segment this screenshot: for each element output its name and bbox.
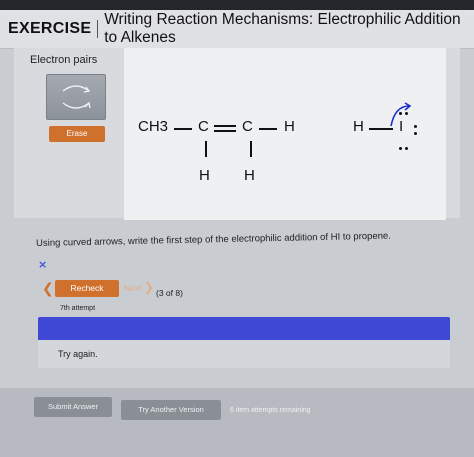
exercise-header: EXERCISE Writing Reaction Mechanisms: El… <box>0 10 474 49</box>
single-bond[interactable] <box>259 128 277 130</box>
curved-arrows-icon <box>62 85 91 109</box>
recheck-button[interactable]: Recheck <box>55 280 119 297</box>
try-another-version-button[interactable]: Try Another Version <box>121 400 221 420</box>
carbon-atom-2[interactable]: C <box>242 118 253 135</box>
electron-pairs-tool[interactable] <box>46 74 106 120</box>
attempts-remaining: 6 item attempts remaining <box>230 407 311 414</box>
submit-answer-button[interactable]: Submit Answer <box>34 397 112 417</box>
exercise-title: Writing Reaction Mechanisms: Electrophil… <box>104 11 461 46</box>
lone-pair-electron <box>405 147 408 150</box>
hydrogen-atom[interactable]: H <box>284 118 295 135</box>
electron-pairs-label: Electron pairs <box>30 54 98 66</box>
double-bond-bottom[interactable] <box>214 130 236 132</box>
attempt-label: 7th attempt <box>60 305 96 312</box>
single-bond[interactable] <box>174 128 192 130</box>
exercise-label: EXERCISE <box>8 20 92 37</box>
single-bond-vertical[interactable] <box>250 141 252 157</box>
single-bond-vertical[interactable] <box>205 141 207 157</box>
double-bond-top[interactable] <box>214 125 236 127</box>
hydrogen-atom[interactable]: H <box>244 167 255 184</box>
carbon-atom-1[interactable]: C <box>198 118 209 135</box>
hydrogen-atom[interactable]: H <box>199 167 210 184</box>
next-button[interactable]: Next <box>124 283 141 293</box>
curved-arrow-icon[interactable] <box>385 100 415 130</box>
next-arrow-icon[interactable]: ❯ <box>144 280 154 294</box>
item-count: (3 of 8) <box>156 288 183 298</box>
lone-pair-electron <box>414 132 417 135</box>
feedback-text: Try again. <box>58 349 98 359</box>
erase-button[interactable]: Erase <box>49 126 105 142</box>
feedback-panel <box>38 340 450 368</box>
top-bar <box>0 0 474 10</box>
lone-pair-electron <box>399 147 402 150</box>
previous-arrow-icon[interactable]: ❮ <box>42 281 54 297</box>
question-text: Using curved arrows, write the first ste… <box>36 230 391 249</box>
hi-hydrogen[interactable]: H <box>353 118 364 135</box>
incorrect-x-icon: × <box>38 258 48 271</box>
header-divider <box>97 20 99 38</box>
ch3-group[interactable]: CH3 <box>138 118 168 135</box>
